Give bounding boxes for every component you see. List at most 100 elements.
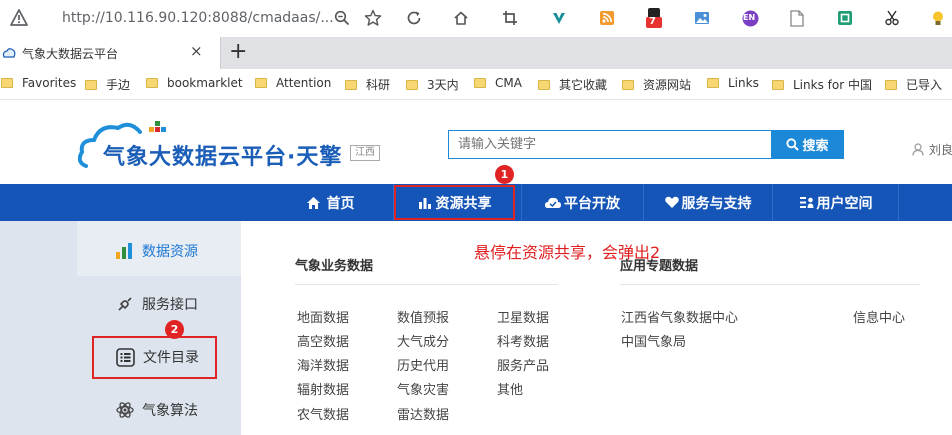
bookmark-links-for-china[interactable]: Links for 中国 — [772, 76, 872, 93]
bookmark-star-icon[interactable] — [363, 8, 383, 28]
browser-tab[interactable]: 气象大数据云平台 × — [0, 37, 221, 69]
annotation-badge-2: 2 — [165, 320, 184, 339]
region-label: 江西 — [350, 145, 380, 161]
sidebar-item-service-interface[interactable]: 服务接口 — [116, 294, 198, 314]
new-tab-button[interactable]: + — [229, 39, 247, 64]
plug-icon — [118, 297, 132, 311]
heading-business-data: 气象业务数据 — [295, 259, 374, 274]
extension-v-icon[interactable] — [549, 8, 569, 28]
link-ocean-data[interactable]: 海洋数据 — [297, 355, 349, 374]
home-icon[interactable] — [451, 8, 471, 28]
bookmark-cma[interactable]: CMA — [474, 76, 522, 90]
bulb-extension-icon[interactable] — [928, 8, 948, 28]
address-bar-url[interactable]: http://10.116.90.120:8088/cmadaas/... — [62, 10, 334, 26]
nav-home[interactable]: 首页 — [280, 184, 380, 221]
tab-close-icon[interactable]: × — [190, 42, 203, 60]
folder-icon — [85, 79, 97, 90]
reload-icon[interactable] — [404, 8, 424, 28]
nav-label: 服务与支持 — [681, 195, 752, 212]
annotation-box-resource-sharing — [394, 185, 515, 220]
folder-icon — [146, 78, 158, 88]
folder-icon — [345, 79, 357, 90]
link-surface-data[interactable]: 地面数据 — [297, 307, 349, 326]
extension-badge-count: 7 — [649, 16, 656, 27]
link-atmospheric-composition[interactable]: 大气成分 — [397, 331, 449, 350]
bookmark-label: 科研 — [366, 78, 391, 92]
cloud-icon — [545, 197, 561, 208]
nav-label: 平台开放 — [564, 195, 620, 212]
crop-icon[interactable] — [500, 8, 520, 28]
nav-divider — [898, 184, 899, 221]
nav-user-space[interactable]: 用户空间 — [776, 184, 896, 221]
user-name: 刘良 — [928, 143, 952, 157]
folder-icon — [707, 78, 719, 88]
link-radiation-data[interactable]: 辐射数据 — [297, 379, 349, 398]
support-heart-icon — [664, 196, 679, 208]
bookmark-favorites[interactable]: Favorites — [1, 76, 76, 90]
link-other[interactable]: 其他 — [497, 379, 523, 398]
bookmark-ziyuanwangzhan[interactable]: 资源网站 — [622, 76, 691, 93]
bookmark-attention[interactable]: Attention — [255, 76, 331, 90]
search-button-label: 搜索 — [802, 138, 829, 153]
user-space-icon — [799, 197, 813, 208]
folder-icon — [538, 79, 550, 90]
link-historical-proxy[interactable]: 历史代用 — [397, 355, 449, 374]
sidebar-item-label: 气象算法 — [142, 403, 198, 419]
user-account[interactable]: 刘良 — [912, 141, 952, 158]
link-meteorological-disasters[interactable]: 气象灾害 — [397, 379, 449, 398]
link-satellite-data[interactable]: 卫星数据 — [497, 307, 549, 326]
bookmark-3tiannei[interactable]: 3天内 — [406, 76, 459, 93]
link-nwp[interactable]: 数值预报 — [397, 307, 449, 326]
link-upper-air-data[interactable]: 高空数据 — [297, 331, 349, 350]
rss-extension-icon[interactable] — [597, 8, 617, 28]
bookmark-bookmarklet[interactable]: bookmarklet — [146, 76, 243, 90]
logo-title[interactable]: 气象大数据云平台·天擎 — [103, 139, 342, 171]
scissors-icon[interactable] — [882, 8, 902, 28]
bookmark-label: Links for 中国 — [793, 78, 872, 92]
nav-divider — [772, 184, 773, 221]
bookmarks-bar: Favorites 手边 bookmarklet Attention 科研 3天… — [0, 69, 952, 100]
search-icon — [786, 138, 800, 151]
bar-chart-icon — [116, 243, 132, 259]
folder-icon — [1, 78, 13, 88]
link-cma[interactable]: 中国气象局 — [621, 331, 686, 350]
nav-divider — [521, 184, 522, 221]
annotation-badge-1: 1 — [495, 165, 514, 184]
link-information-center[interactable]: 信息中心 — [853, 307, 905, 326]
home-icon — [306, 196, 320, 209]
tab-strip: 气象大数据云平台 × + — [0, 37, 952, 69]
bookmark-label: 3天内 — [427, 78, 459, 92]
search-input[interactable] — [448, 130, 772, 159]
link-agro-data[interactable]: 农气数据 — [297, 404, 349, 423]
zoom-icon[interactable] — [332, 8, 352, 28]
link-service-products[interactable]: 服务产品 — [497, 355, 549, 374]
divider — [620, 284, 920, 285]
bookmark-qitashoucang[interactable]: 其它收藏 — [538, 76, 607, 93]
nav-service-support[interactable]: 服务与支持 — [647, 184, 769, 221]
not-secure-warning-icon[interactable] — [10, 9, 28, 27]
image-extension-icon[interactable] — [692, 8, 712, 28]
extension-badge-icon[interactable]: 7 — [644, 8, 664, 28]
sidebar-item-meteorological-algorithms[interactable]: 气象算法 — [116, 400, 198, 420]
bookmark-shoubian[interactable]: 手边 — [85, 76, 130, 93]
sidebar-item-data-resources[interactable]: 数据资源 — [116, 241, 198, 261]
translate-extension-icon[interactable]: EN — [740, 8, 760, 28]
annotation-note: 悬停在资源共享，会弹出2 — [474, 243, 661, 262]
folder-icon — [406, 79, 418, 90]
translate-extension-label: EN — [743, 13, 756, 22]
bookmark-keyan[interactable]: 科研 — [345, 76, 390, 93]
search-button[interactable]: 搜索 — [771, 130, 844, 159]
link-jiangxi-data-center[interactable]: 江西省气象数据中心 — [621, 307, 738, 326]
bookmark-yidaoru[interactable]: 已导入 — [885, 76, 942, 93]
annotation-box-file-directory — [92, 336, 217, 379]
bookmark-links[interactable]: Links — [707, 76, 759, 90]
bookmark-label: Favorites — [22, 76, 77, 90]
link-expedition-data[interactable]: 科考数据 — [497, 331, 549, 350]
folder-icon — [772, 79, 784, 90]
document-extension-icon[interactable] — [787, 8, 807, 28]
nav-platform-open[interactable]: 平台开放 — [525, 184, 640, 221]
link-radar-data[interactable]: 雷达数据 — [397, 404, 449, 423]
sidebar-item-label: 数据资源 — [142, 244, 198, 260]
nav-label: 用户空间 — [816, 195, 873, 212]
screen-capture-extension-icon[interactable] — [835, 8, 855, 28]
